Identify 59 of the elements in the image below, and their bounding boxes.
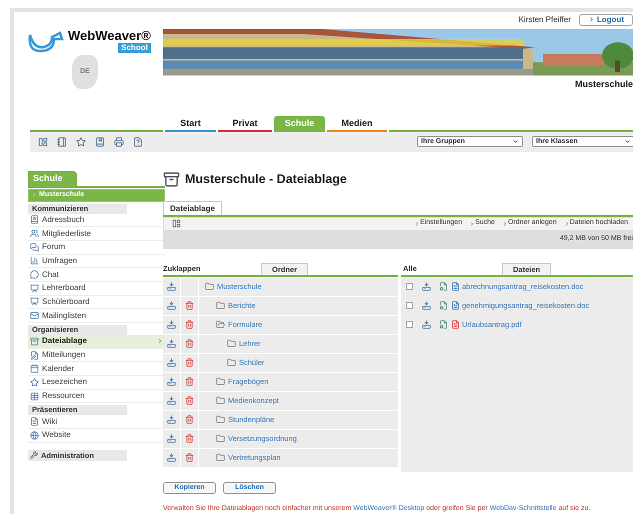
checkbox[interactable]: [406, 321, 412, 328]
layout-icon[interactable]: [172, 219, 181, 228]
chevron-icon: [502, 220, 508, 226]
note-icon: [30, 350, 39, 360]
mail-icon: [30, 311, 39, 320]
chevron-icon: [31, 192, 37, 198]
wrench-icon: [30, 451, 38, 460]
checkbox[interactable]: [406, 302, 412, 309]
file-gear-icon[interactable]: [438, 282, 448, 291]
notebook-icon[interactable]: [57, 136, 67, 147]
school-name: Musterschule: [574, 78, 633, 91]
sidebar-item[interactable]: Dateiablage: [28, 335, 165, 349]
help-document-icon[interactable]: [133, 136, 143, 147]
logo-badge: School: [118, 43, 151, 54]
file-gear-icon[interactable]: [438, 320, 448, 329]
chevron-icon: [414, 220, 420, 226]
table-icon: [30, 392, 39, 401]
board-icon: [30, 297, 39, 306]
address-book-icon: [30, 215, 39, 224]
chevron-icon: [157, 338, 163, 344]
board-icon: [30, 284, 39, 293]
checkbox[interactable]: [406, 283, 412, 290]
chevron-icon: [588, 16, 595, 24]
trash-icon[interactable]: [185, 396, 194, 405]
trash-icon[interactable]: [185, 415, 194, 424]
bar-chart-icon: [30, 256, 39, 266]
caret-icon: [624, 138, 631, 146]
nav-tab[interactable]: Medien: [327, 116, 387, 130]
trash-icon[interactable]: [185, 339, 194, 348]
trash-icon[interactable]: [185, 377, 194, 386]
trash-icon[interactable]: [185, 453, 194, 462]
globe-icon: [30, 430, 39, 440]
star-icon[interactable]: [76, 136, 86, 147]
logout-button[interactable]: Logout: [578, 14, 633, 26]
chat-bubble-icon: [30, 270, 39, 280]
file-gear-icon[interactable]: [438, 301, 448, 310]
book-icon[interactable]: [95, 136, 105, 147]
archive-icon: [30, 336, 39, 346]
logo-text: WebWeaver®: [68, 29, 151, 44]
star-icon: [30, 378, 39, 387]
user-name: Kirsten Pfeiffer: [518, 14, 571, 26]
people-icon: [30, 229, 39, 238]
document-icon: [30, 417, 39, 426]
sidebar-item[interactable]: Umfragen: [28, 254, 165, 268]
trash-icon[interactable]: [185, 320, 194, 329]
layout-icon[interactable]: [38, 136, 48, 147]
printer-icon[interactable]: [114, 136, 124, 147]
trash-icon[interactable]: [185, 434, 194, 443]
nav-tab[interactable]: Privat: [218, 116, 272, 130]
caret-icon: [512, 138, 519, 146]
calendar-icon: [30, 364, 39, 374]
page-title: Musterschule - Dateiablage: [185, 171, 347, 188]
chat-bubbles-icon: [30, 242, 39, 252]
file-cabinet-icon: [163, 171, 180, 188]
nav-tab[interactable]: Start: [165, 116, 216, 130]
chevron-icon: [469, 220, 476, 226]
trash-icon[interactable]: [185, 301, 194, 310]
chevron-icon: [564, 220, 570, 226]
trash-icon[interactable]: [185, 358, 194, 367]
